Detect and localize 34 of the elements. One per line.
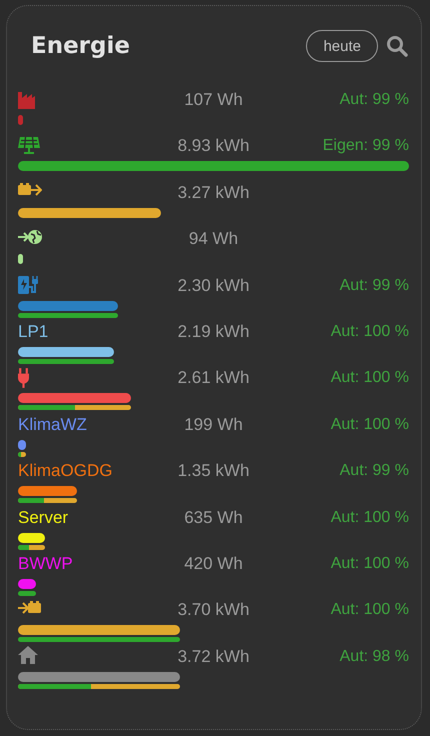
autarky-label: Aut: 100 % bbox=[330, 369, 409, 388]
energy-value: 2.19 kWh bbox=[178, 322, 250, 342]
autarky-label: Aut: 100 % bbox=[330, 508, 409, 527]
autarky-label: Aut: 98 % bbox=[340, 648, 409, 666]
energy-value: 3.70 kWh bbox=[178, 600, 250, 620]
autarky-label: Eigen: 99 % bbox=[322, 137, 409, 156]
energy-value: 3.72 kWh bbox=[178, 646, 250, 667]
consumer-label: KlimaOGDG bbox=[18, 461, 112, 480]
card-title: Energie bbox=[31, 33, 131, 59]
period-button[interactable]: heute bbox=[306, 30, 378, 62]
autarky-label: Aut: 99 % bbox=[340, 91, 409, 109]
energy-value: 8.93 kWh bbox=[178, 136, 250, 156]
consumer-label: BWWP bbox=[18, 554, 73, 573]
autarky-label: Aut: 99 % bbox=[340, 276, 409, 295]
energy-value: 3.27 kWh bbox=[178, 182, 250, 203]
energy-value: 1.35 kWh bbox=[178, 461, 250, 482]
consumer-label: Server bbox=[18, 508, 68, 527]
solar-panel-icon bbox=[18, 136, 42, 157]
search-icon[interactable] bbox=[386, 35, 408, 57]
energy-value: 94 Wh bbox=[188, 229, 238, 250]
energy-value: 635 Wh bbox=[184, 508, 243, 528]
energy-value: 107 Wh bbox=[184, 90, 243, 110]
consumer-label: KlimaWZ bbox=[18, 414, 87, 434]
consumer-label: LP1 bbox=[18, 322, 48, 341]
plug-icon bbox=[18, 368, 29, 388]
energy-value: 2.30 kWh bbox=[178, 276, 250, 296]
autarky-label: Aut: 100 % bbox=[330, 601, 409, 620]
autarky-label: Aut: 100 % bbox=[330, 554, 409, 573]
energy-value: 420 Wh bbox=[184, 554, 243, 574]
autarky-label: Aut: 100 % bbox=[330, 416, 409, 434]
autarky-label: Aut: 99 % bbox=[340, 462, 409, 480]
energy-value: 2.61 kWh bbox=[178, 368, 250, 388]
energy-value: 199 Wh bbox=[184, 414, 243, 435]
autarky-label: Aut: 100 % bbox=[330, 322, 409, 341]
